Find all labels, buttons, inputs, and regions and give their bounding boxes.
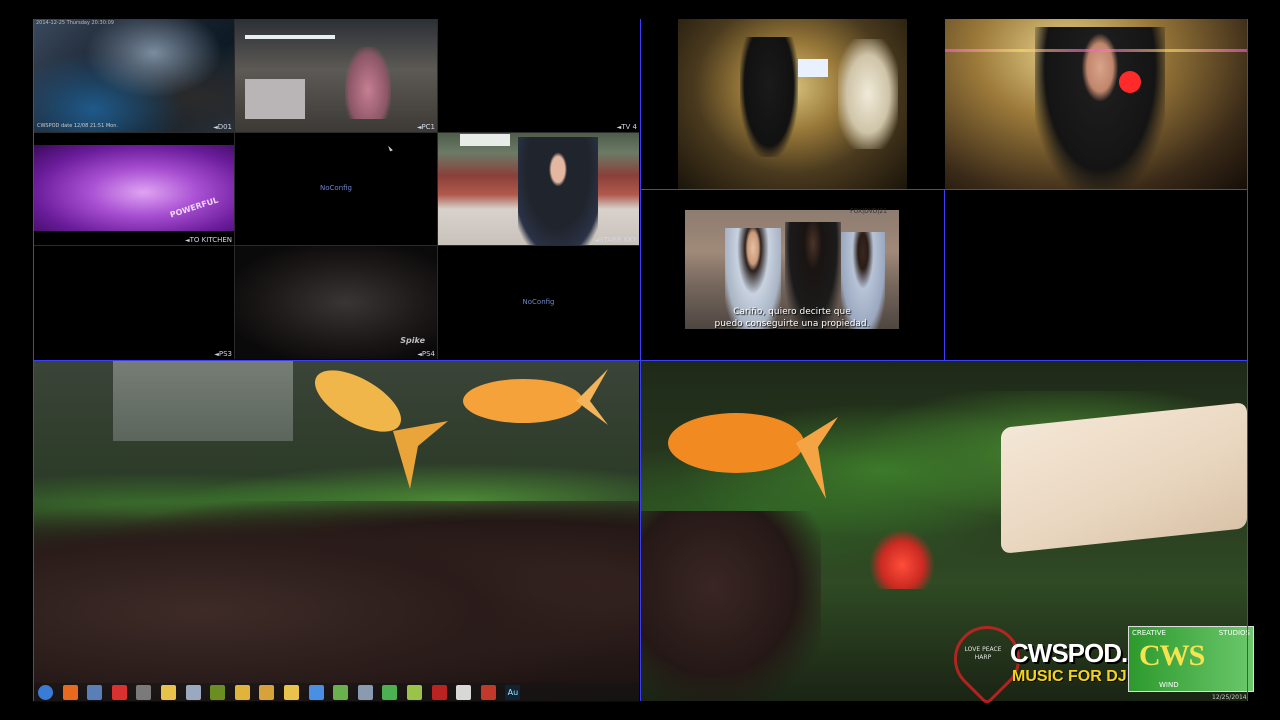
taskbar: Au <box>33 683 639 702</box>
tools-icon[interactable] <box>136 685 152 700</box>
studio-cam-right[interactable] <box>945 19 1247 189</box>
camera-noconfig-1[interactable]: NoConfig <box>235 133 437 245</box>
start-orb-icon[interactable] <box>38 685 53 700</box>
settings-icon[interactable] <box>185 685 201 700</box>
brand-date: 12/25/2014 <box>1212 694 1247 701</box>
grid-divider <box>33 132 639 133</box>
grid-divider <box>1247 19 1248 701</box>
camera-pc1-bed <box>245 79 305 119</box>
camera-d01[interactable]: 2014-12-25 Thursday 20:30:09 CWSPOD date… <box>33 19 234 132</box>
grid-divider <box>437 19 438 359</box>
camera-ps4-watermark: Spike <box>400 336 425 345</box>
globe-icon[interactable] <box>308 685 324 700</box>
mouse-cursor-icon <box>388 144 393 152</box>
grid-divider <box>33 360 1247 361</box>
tv-channel-panel[interactable]: FOX|DVD|21 Cariño, quiero decirte que pu… <box>641 190 944 359</box>
goldfish-3 <box>668 413 838 499</box>
red-mic-icon <box>1119 71 1141 93</box>
cat-tree-platform <box>1001 402 1247 554</box>
camera-d01-timestamp: 2014-12-25 Thursday 20:30:09 <box>36 20 114 26</box>
tv-subtitle-line-2: puedo conseguirte una propiedad. <box>714 319 870 329</box>
camera-noconfig-2[interactable]: NoConfig <box>438 246 639 359</box>
goldfish-2 <box>463 369 608 425</box>
camera-tv4-label: TV 4 <box>617 123 637 131</box>
camera-kitchen[interactable]: POWERFUL TO KITCHEN <box>33 133 234 245</box>
network-icon[interactable] <box>357 685 373 700</box>
studio-cam-left-monitor <box>798 59 828 77</box>
grid-divider <box>234 19 235 359</box>
tv-channel-bug: FOX|DVD|21 <box>850 208 887 215</box>
paint-icon[interactable] <box>259 685 275 700</box>
video-icon[interactable] <box>480 685 496 700</box>
brand-tagline: MUSIC FOR DJ <box>1012 668 1127 685</box>
firefox-icon[interactable] <box>62 685 78 700</box>
badge-right: STUDIOS <box>1218 629 1250 637</box>
camera-d01-overlay: CWSPOD date 12/08 21:51 Mon. <box>37 123 118 129</box>
camera-noconfig-2-text: NoConfig <box>522 297 555 306</box>
camera-pc1[interactable]: PC1 <box>235 19 437 132</box>
camera-pc1-light <box>245 35 335 39</box>
tv-subtitle-line-1: Cariño, quiero decirte que <box>733 307 851 317</box>
camera-starr-person <box>518 137 598 245</box>
brand-overlay: LOVE PEACE HARP CWSPOD.COM MUSIC FOR DJ … <box>940 612 1254 706</box>
upload-icon[interactable] <box>111 685 127 700</box>
grid-app-icon[interactable] <box>210 685 226 700</box>
aquarium-left-window <box>113 361 293 441</box>
studio-cam-left-tent <box>838 39 898 149</box>
camera-d01-scene <box>33 19 234 132</box>
heart-logo-text: LOVE PEACE HARP <box>964 646 1002 661</box>
badge-letters: CWS <box>1139 639 1205 672</box>
cws-badge: CREATIVE STUDIOS CWS WIND <box>1128 626 1254 692</box>
studio-cam-left[interactable] <box>641 19 944 189</box>
camera-d01-label: D01 <box>213 123 232 131</box>
notepad-icon[interactable] <box>456 685 472 700</box>
recycle-icon[interactable] <box>407 685 422 700</box>
s-app-icon[interactable] <box>87 685 103 700</box>
download-icon[interactable] <box>382 685 398 700</box>
grid-divider <box>33 245 639 246</box>
camera-starr[interactable]: STARR KKY <box>438 133 639 245</box>
chrome-icon[interactable] <box>234 685 250 700</box>
studio-cam-left-person <box>740 37 798 157</box>
leather-couch-right <box>641 511 821 701</box>
camera-ps4[interactable]: Spike PS4 <box>235 246 437 359</box>
camera-noconfig-1-text: NoConfig <box>320 184 352 192</box>
studio-cam-left-image <box>678 19 907 189</box>
camera-ps4-label: PS4 <box>417 350 435 358</box>
camera-pc1-label: PC1 <box>417 123 435 131</box>
camera-ps3[interactable]: PS3 <box>33 246 234 359</box>
camera-tv4[interactable]: TV 4 <box>438 19 639 132</box>
red-plant <box>869 529 935 589</box>
badge-top: CREATIVE <box>1132 629 1166 637</box>
camera-kitchen-image <box>33 145 234 231</box>
grid-divider <box>944 190 945 360</box>
camera-starr-sign <box>460 134 510 146</box>
media-icon[interactable] <box>431 685 447 700</box>
empty-panel[interactable] <box>945 190 1247 359</box>
camera-ps3-label: PS3 <box>214 350 232 358</box>
aquarium-cam-left[interactable] <box>33 361 639 701</box>
audition-icon[interactable]: Au <box>505 685 521 700</box>
camera-kitchen-label: TO KITCHEN <box>185 236 232 244</box>
grid-divider <box>641 189 1247 190</box>
leather-couch <box>33 501 639 701</box>
folder-yellow-icon[interactable] <box>284 685 299 700</box>
grid-divider <box>33 19 34 701</box>
camera-pc1-person <box>345 47 391 119</box>
puzzle-icon[interactable] <box>333 685 349 700</box>
string-lights <box>945 49 1247 52</box>
tv-video: FOX|DVD|21 Cariño, quiero decirte que pu… <box>685 208 899 329</box>
badge-bottom: WIND <box>1159 681 1179 689</box>
camera-starr-label: STARR KKY <box>594 236 637 244</box>
folder-icon[interactable] <box>161 685 176 700</box>
